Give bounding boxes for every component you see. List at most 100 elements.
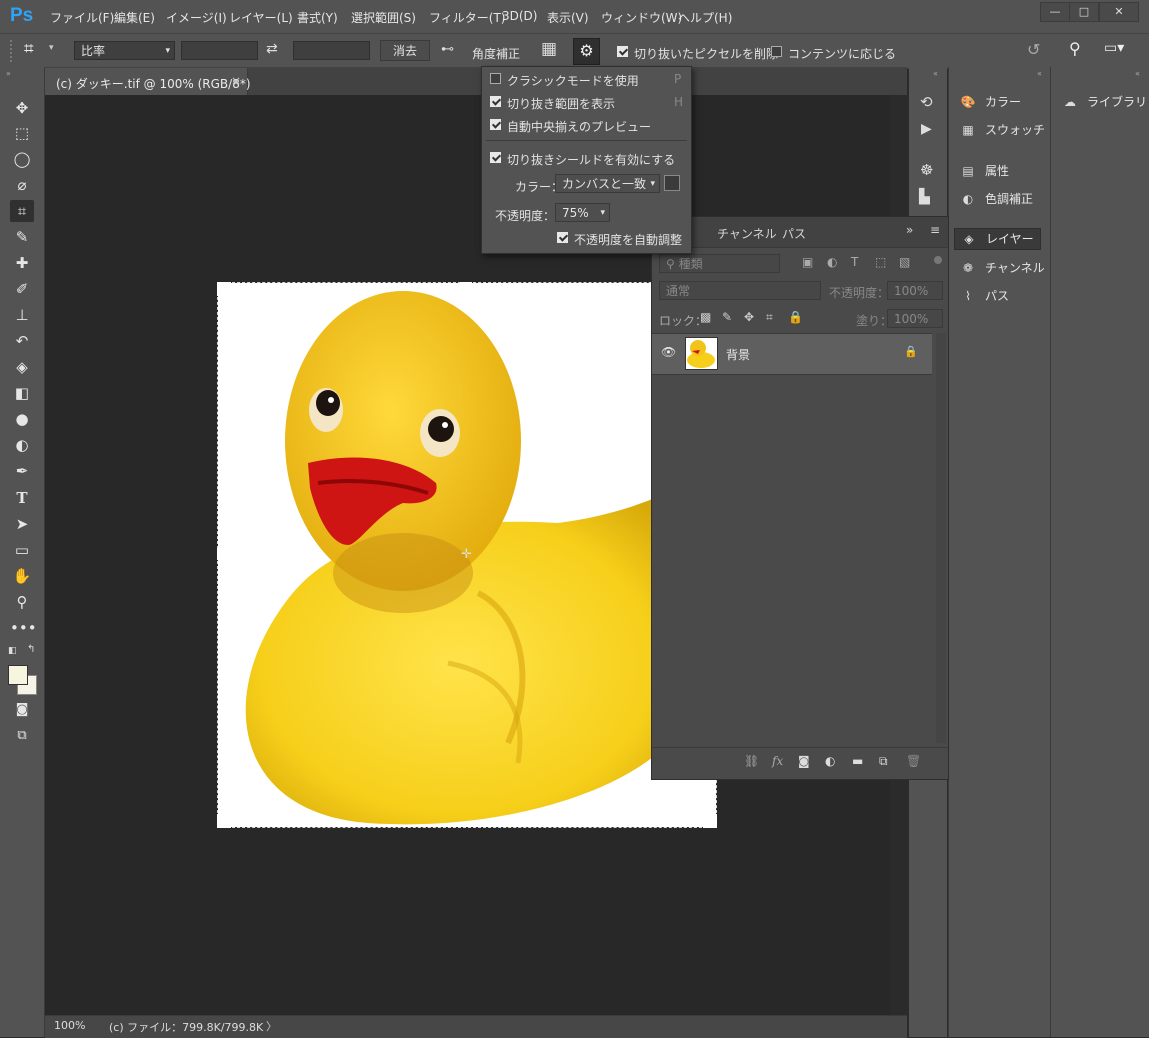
gradient-tool-icon[interactable]: ◧ [10, 382, 34, 404]
adjustments-panel-button[interactable]: ◐ 色調補正 [959, 189, 1033, 209]
swap-colors-icon[interactable]: ↰ [27, 644, 35, 655]
close-window-button[interactable]: ✕ [1099, 2, 1139, 22]
filter-type-icon[interactable]: T [851, 255, 858, 269]
histogram-icon[interactable]: ▙ [919, 189, 930, 205]
hand-tool-icon[interactable]: ✋ [10, 565, 34, 587]
color-panel-button[interactable]: 🎨 カラー [959, 92, 1022, 112]
libraries-panel-button[interactable]: ☁ ライブラリ [1061, 92, 1147, 112]
paths-panel-button[interactable]: ⌇ パス [959, 286, 1009, 306]
straighten-icon[interactable]: ⊷ [441, 42, 454, 57]
classic-mode-checkbox[interactable] [490, 73, 501, 84]
tab-channels[interactable]: チャンネル [717, 225, 777, 242]
crop-handle-top[interactable] [460, 282, 472, 285]
new-layer-icon[interactable]: ⧉ [879, 754, 888, 769]
lasso-tool-icon[interactable]: ◯ [10, 148, 34, 170]
type-tool-icon[interactable]: T [10, 487, 34, 509]
tab-paths[interactable]: パス [782, 225, 806, 242]
auto-center-checkbox[interactable] [490, 119, 501, 130]
eye-icon[interactable]: 👁 [661, 345, 676, 359]
panel-menu-icon[interactable]: ≡ [930, 223, 940, 237]
height-field[interactable] [293, 41, 370, 60]
classic-mode-label[interactable]: クラシックモードを使用 [507, 72, 639, 89]
filter-shape-icon[interactable]: ⬚ [875, 255, 886, 269]
opacity-field[interactable]: 100% [887, 281, 943, 300]
layers-scrollbar[interactable] [936, 333, 946, 743]
dodge-tool-icon[interactable]: ◐ [10, 434, 34, 456]
pen-tool-icon[interactable]: ✒ [10, 460, 34, 482]
crop-shield-label[interactable]: 切り抜きシールドを有効にする [507, 151, 675, 168]
auto-opacity-checkbox[interactable] [557, 232, 568, 243]
quick-select-tool-icon[interactable]: ⌀ [10, 174, 34, 196]
menu-type[interactable]: 書式(Y) [297, 9, 338, 26]
settings-gear-icon[interactable]: ⚙ [573, 38, 600, 65]
maximize-button[interactable]: □ [1069, 2, 1099, 22]
brush-tool-icon[interactable]: ✐ [10, 278, 34, 300]
filter-smart-object-icon[interactable]: ▧ [899, 255, 910, 269]
layers-panel-button[interactable]: ◈ レイヤー [954, 228, 1041, 250]
shield-color-select[interactable]: カンバスと一致 ▾ [555, 174, 660, 193]
crop-shield-checkbox[interactable] [490, 152, 501, 163]
show-crop-area-checkbox[interactable] [490, 96, 501, 107]
delete-pixels-label[interactable]: 切り抜いたピクセルを削除 [634, 45, 778, 62]
blend-mode-select[interactable]: 通常 [659, 281, 821, 300]
layer-name[interactable]: 背景 [726, 346, 750, 363]
history-icon[interactable]: ⟲ [920, 93, 933, 111]
expand-icon[interactable]: » [906, 223, 913, 237]
quick-mask-icon[interactable]: ◙ [10, 699, 34, 721]
workspace-icon[interactable]: ▭▾ [1104, 40, 1124, 56]
link-layers-icon[interactable]: ⛓ [744, 754, 759, 768]
menu-image[interactable]: イメージ(I) [166, 9, 227, 26]
trash-icon[interactable]: 🗑 [906, 754, 921, 768]
swatches-panel-button[interactable]: ▦ スウォッチ [959, 120, 1045, 140]
collapse-icon[interactable]: « [933, 69, 938, 78]
menu-view[interactable]: 表示(V) [547, 9, 589, 26]
menu-file[interactable]: ファイル(F) [50, 9, 114, 26]
lock-all-icon[interactable]: 🔒 [788, 310, 803, 324]
zoom-tool-icon[interactable]: ⚲ [10, 591, 34, 613]
width-field[interactable] [181, 41, 258, 60]
default-colors-icon[interactable]: ◧ [8, 646, 17, 656]
lock-position-icon[interactable]: ✥ [744, 310, 754, 324]
options-grip[interactable] [10, 40, 16, 62]
healing-brush-tool-icon[interactable]: ✚ [10, 252, 34, 274]
eraser-tool-icon[interactable]: ◈ [10, 356, 34, 378]
rectangle-tool-icon[interactable]: ▭ [10, 539, 34, 561]
screen-mode-icon[interactable]: ⧉ [10, 725, 34, 747]
crop-handle-top-left[interactable] [217, 282, 231, 296]
collapse-icon[interactable]: « [1037, 69, 1042, 78]
ratio-select[interactable]: 比率 ▾ [74, 41, 175, 60]
blur-tool-icon[interactable]: ● [10, 408, 34, 430]
lock-transparency-icon[interactable]: ▩ [700, 310, 711, 324]
show-crop-area-label[interactable]: 切り抜き範囲を表示 [507, 95, 615, 112]
history-brush-tool-icon[interactable]: ↶ [10, 330, 34, 352]
navigator-icon[interactable]: ☸ [920, 161, 933, 179]
auto-center-label[interactable]: 自動中央揃えのプレビュー [507, 118, 651, 135]
auto-opacity-label[interactable]: 不透明度を自動調整 [574, 231, 682, 248]
lock-artboard-icon[interactable]: ⌗ [766, 310, 773, 325]
layer-row[interactable]: 👁 背景 🔒 [652, 333, 932, 375]
overlay-grid-icon[interactable]: ▦ [541, 39, 557, 59]
more-tools-icon[interactable]: ••• [10, 617, 37, 639]
menu-3d[interactable]: 3D(D) [502, 9, 537, 23]
chevron-down-icon[interactable]: ▾ [49, 43, 54, 53]
layer-filter-select[interactable]: ⚲ 種類 [659, 254, 780, 273]
delete-pixels-checkbox[interactable] [617, 46, 628, 57]
collapse-icon[interactable]: « [1135, 69, 1140, 78]
crop-handle-bottom[interactable] [460, 824, 472, 827]
document-tab[interactable]: (c) ダッキー.tif @ 100% (RGB/8*) × [45, 68, 251, 95]
search-icon[interactable]: ⚲ [1069, 39, 1081, 58]
actions-play-icon[interactable]: ▶ [921, 121, 932, 137]
foreground-color-swatch[interactable] [8, 665, 28, 685]
shield-opacity-field[interactable]: 75% ▾ [555, 203, 610, 222]
crop-tool-icon[interactable]: ⌗ [24, 39, 34, 59]
content-aware-label[interactable]: コンテンツに応じる [788, 45, 896, 62]
zoom-level[interactable]: 100% [54, 1019, 85, 1032]
menu-help[interactable]: ヘルプ(H) [678, 9, 732, 26]
filter-adjustment-icon[interactable]: ◐ [827, 255, 837, 269]
menu-select[interactable]: 選択範囲(S) [351, 9, 416, 26]
eyedropper-tool-icon[interactable]: ✎ [10, 226, 34, 248]
fx-icon[interactable]: fx [772, 754, 783, 768]
clear-button[interactable]: 消去 [380, 40, 430, 61]
add-mask-icon[interactable]: ◙ [798, 754, 810, 768]
lock-image-icon[interactable]: ✎ [722, 310, 732, 324]
